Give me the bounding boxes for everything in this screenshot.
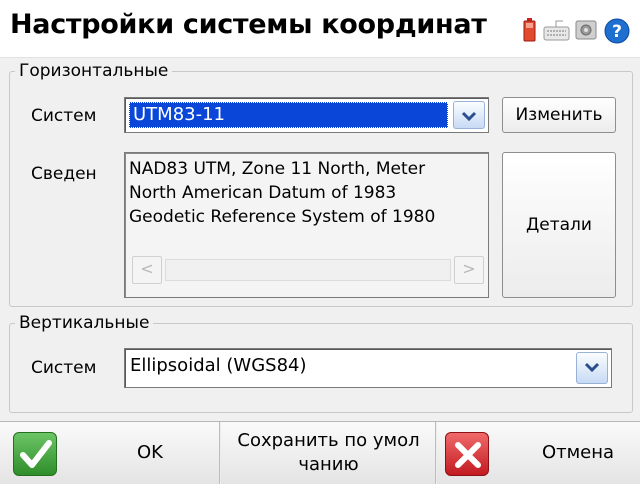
save-default-label-line1: Сохранить по умол bbox=[237, 430, 420, 451]
svg-text:?: ? bbox=[612, 22, 622, 42]
chevron-down-icon[interactable] bbox=[453, 101, 485, 129]
info-line: North American Datum of 1983 bbox=[129, 183, 397, 203]
ok-button[interactable]: OK bbox=[0, 422, 220, 484]
save-default-button[interactable]: Сохранить по умол чанию bbox=[221, 422, 436, 484]
bottom-action-bar: OK Сохранить по умол чанию Отмена bbox=[0, 421, 640, 484]
cancel-button[interactable]: Отмена bbox=[437, 422, 640, 484]
close-icon bbox=[445, 432, 489, 476]
save-default-label-line2: чанию bbox=[298, 454, 359, 475]
coordinate-settings-panel: Горизонтальные Систем UTM83-11 Изменить … bbox=[0, 58, 640, 421]
checkmark-icon bbox=[13, 432, 57, 476]
chevron-down-icon[interactable] bbox=[576, 352, 608, 384]
help-icon[interactable]: ? bbox=[604, 18, 630, 44]
vertical-legend: Вертикальные bbox=[19, 313, 150, 333]
vertical-system-label: Систем bbox=[31, 358, 97, 378]
details-button[interactable]: Детали bbox=[502, 152, 616, 298]
title-bar: Настройки системы координат ? bbox=[0, 0, 640, 58]
horizontal-system-value: UTM83-11 bbox=[129, 102, 448, 128]
page-title: Настройки системы координат bbox=[10, 9, 487, 40]
vertical-system-value: Ellipsoidal (WGS84) bbox=[130, 355, 307, 376]
horizontal-legend: Горизонтальные bbox=[19, 61, 169, 81]
info-line: NAD83 UTM, Zone 11 North, Meter bbox=[129, 159, 426, 179]
scroll-left-button[interactable]: < bbox=[132, 256, 162, 284]
horizontal-system-label: Систем bbox=[31, 106, 97, 126]
info-line: Geodetic Reference System of 1980 bbox=[129, 207, 436, 227]
vertical-system-select[interactable]: Ellipsoidal (WGS84) bbox=[124, 348, 612, 388]
scroll-right-button[interactable]: > bbox=[454, 256, 484, 284]
battery-icon[interactable] bbox=[523, 18, 536, 42]
change-button[interactable]: Изменить bbox=[502, 97, 616, 133]
cancel-label: Отмена bbox=[541, 442, 615, 463]
keyboard-icon[interactable] bbox=[543, 18, 570, 42]
ok-label: OK bbox=[137, 442, 163, 463]
info-text-box[interactable]: NAD83 UTM, Zone 11 North, Meter North Am… bbox=[124, 152, 489, 298]
info-label: Сведен bbox=[31, 164, 97, 184]
gear-icon[interactable] bbox=[575, 18, 597, 42]
horizontal-system-select[interactable]: UTM83-11 bbox=[124, 97, 489, 133]
horizontal-scrollbar[interactable] bbox=[165, 259, 451, 281]
